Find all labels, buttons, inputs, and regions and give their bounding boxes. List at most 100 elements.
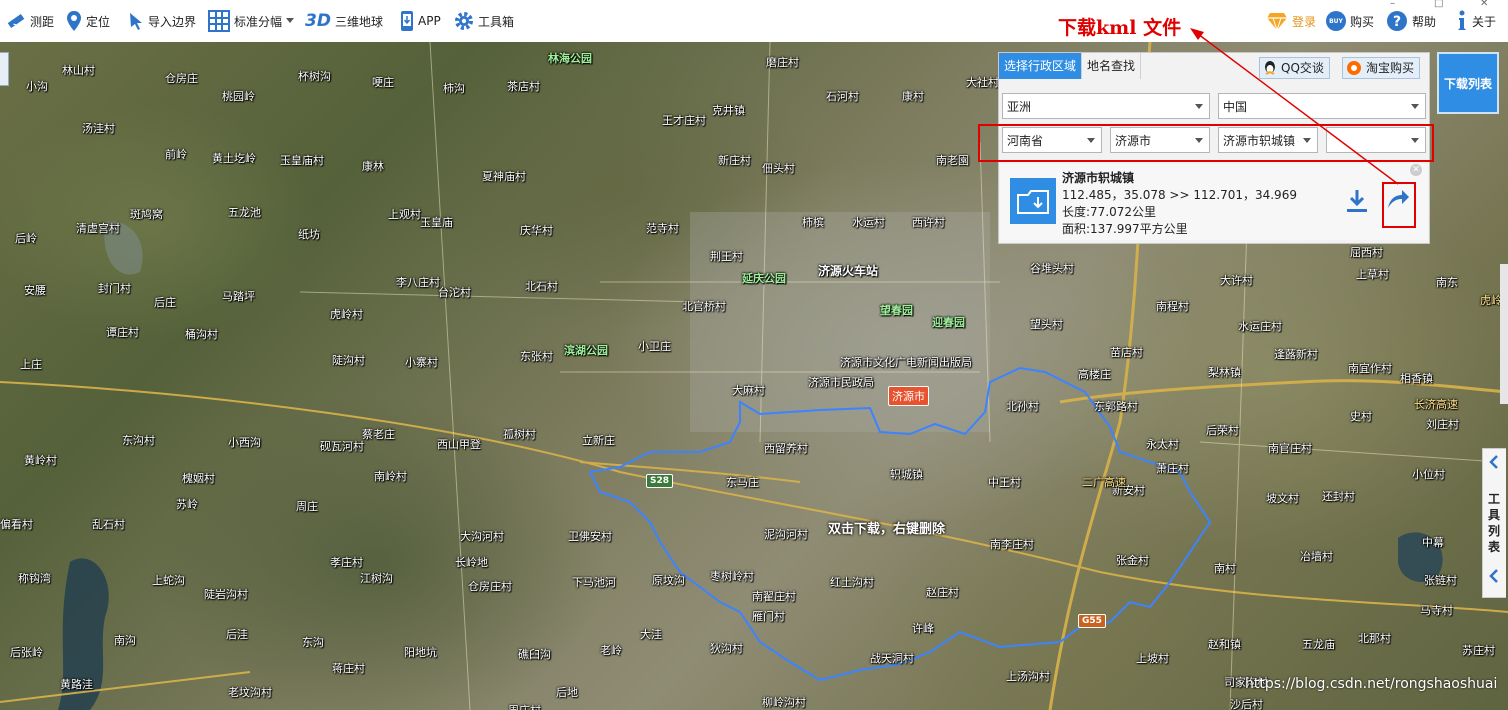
place-label: 大社村 (966, 76, 999, 89)
place-label: 狄沟村 (710, 642, 743, 655)
3d-globe-label: 三维地球 (334, 14, 383, 29)
result-coords: 112.485，35.078 >> 112.701，34.969 (1062, 188, 1297, 202)
buy-label: 购买 (1350, 14, 1375, 29)
highway-label: 二广高速 (1082, 476, 1126, 489)
place-label: 黄岭村 (24, 454, 57, 467)
place-label: 济源市民政局 (808, 376, 874, 389)
place-label: 坡文村 (1266, 492, 1299, 505)
place-label: 许峰 (912, 622, 934, 635)
place-label: 克井镇 (712, 104, 745, 117)
place-label: 赵和镇 (1208, 638, 1241, 651)
buy-button[interactable]: BUY 购买 (1326, 0, 1374, 42)
place-label: 柿沟 (443, 82, 465, 95)
place-label: 南东 (1436, 276, 1458, 289)
place-label: 纸坊 (298, 228, 320, 241)
std-sheet-button[interactable]: 标准分幅 (208, 0, 295, 42)
right-scrollbar[interactable] (1500, 264, 1508, 404)
import-boundary-label: 导入边界 (148, 14, 197, 29)
chevron-left-icon[interactable] (1489, 569, 1499, 583)
tab-select-admin-region[interactable]: 选择行政区域 (999, 53, 1083, 79)
place-label: 大沟河村 (460, 530, 504, 543)
about-button[interactable]: 关于 (1456, 0, 1496, 42)
place-label: 苏庄村 (1462, 644, 1495, 657)
place-label: 汤洼村 (82, 122, 115, 135)
qq-chat-label: QQ交谈 (1281, 61, 1324, 75)
province-select[interactable]: 河南省 (1002, 127, 1102, 153)
place-label: 西山甲登 (437, 438, 481, 451)
place-label: 雁门村 (752, 610, 785, 623)
place-label: 逢蕗新村 (1274, 348, 1318, 361)
place-label: 乱石村 (92, 518, 125, 531)
place-label: 南村 (1214, 562, 1236, 575)
place-label: 东沟 (302, 636, 324, 649)
login-button[interactable]: 登录 (1266, 0, 1316, 42)
boundary-download-icon (1010, 178, 1056, 224)
place-label: 南官庄村 (1268, 442, 1312, 455)
place-label: 蔡老庄 (362, 428, 395, 441)
qq-penguin-icon (1263, 60, 1277, 76)
window-maximize-button[interactable]: □ (1434, 0, 1443, 9)
grid-icon (208, 10, 230, 32)
place-label: 康林 (362, 160, 384, 173)
country-select[interactable]: 中国 (1218, 93, 1426, 119)
place-label: 相香镇 (1400, 372, 1433, 385)
place-label: 江树沟 (360, 572, 393, 585)
place-label: 萧庄村 (1156, 462, 1189, 475)
dropdown-caret-icon (286, 18, 295, 24)
park-label: 迎春园 (932, 316, 965, 329)
place-label: 斑鸠窝 (130, 208, 163, 221)
app-button[interactable]: APP (400, 0, 441, 42)
district-select[interactable]: 济源市轵城镇 (1218, 127, 1318, 153)
place-label: 泥沟河村 (764, 528, 808, 541)
3d-globe-button[interactable]: 3D 三维地球 (305, 0, 383, 42)
toolbox-button[interactable]: 工具箱 (454, 0, 514, 42)
result-item[interactable]: 济源市轵城镇 112.485，35.078 >> 112.701，34.969 … (1000, 164, 1428, 240)
download-list-button[interactable]: 下载列表 (1437, 52, 1499, 114)
place-label: 小沟 (26, 80, 48, 93)
level4-select[interactable] (1326, 127, 1426, 153)
place-label: 梨林镇 (1208, 366, 1241, 379)
locate-label: 定位 (86, 14, 111, 29)
taobao-buy-button[interactable]: 淘宝购买 (1342, 57, 1421, 79)
tab-place-search[interactable]: 地名查找 (1082, 53, 1142, 79)
place-label: 后张岭 (10, 646, 43, 659)
chevron-left-icon[interactable] (1489, 455, 1499, 469)
station-label: 济源火车站 (818, 264, 879, 278)
city-marker[interactable]: 济源市 (888, 386, 929, 406)
place-label: 林山村 (62, 64, 95, 77)
place-label: 范寺村 (646, 222, 679, 235)
place-label: 陡沟村 (332, 354, 365, 367)
window-close-button[interactable]: ✕ (1480, 0, 1488, 9)
left-panel-toggle[interactable] (0, 52, 9, 86)
close-result-button[interactable]: ✕ (1410, 164, 1422, 176)
place-label: 苏岭 (176, 498, 198, 511)
place-label: 苗店村 (1110, 346, 1143, 359)
place-label: 水运庄村 (1238, 320, 1282, 333)
qq-chat-button[interactable]: QQ交谈 (1259, 57, 1330, 79)
continent-select[interactable]: 亚洲 (1002, 93, 1210, 119)
locate-button[interactable]: 定位 (66, 0, 110, 42)
import-boundary-button[interactable]: 导入边界 (128, 0, 196, 42)
place-label: 史村 (1350, 410, 1372, 423)
tool-list-label: 工具列表 (1488, 492, 1501, 554)
place-label: 周庄 (296, 500, 318, 513)
park-label: 延庆公园 (742, 272, 786, 285)
place-label: 东沟村 (122, 434, 155, 447)
place-label: 石河村 (826, 90, 859, 103)
share-arrow-icon[interactable] (1386, 188, 1410, 210)
place-label: 谭庄村 (106, 326, 139, 339)
gear-icon (454, 11, 474, 31)
toolbar: 测距 定位 导入边界 标准分幅 3D 三维地球 APP 工具箱 登录 BUY 购… (0, 0, 1508, 43)
window-minimize-button[interactable]: – (1390, 0, 1395, 9)
place-label: 东马庄 (726, 476, 759, 489)
download-icon[interactable] (1346, 188, 1368, 214)
tool-list-panel[interactable]: 工具列表 (1482, 448, 1506, 598)
city-select[interactable]: 济源市 (1110, 127, 1210, 153)
measure-button[interactable]: 测距 (6, 0, 54, 42)
place-label: 杯树沟 (298, 70, 331, 83)
help-icon: ? (1386, 10, 1408, 32)
annotation-download-kml: 下载kml 文件 (1058, 17, 1182, 39)
place-label: 济源市文化广电新闻出版局 (840, 356, 972, 369)
place-label: 刘庄村 (1426, 418, 1459, 431)
place-label: 前岭 (165, 148, 187, 161)
